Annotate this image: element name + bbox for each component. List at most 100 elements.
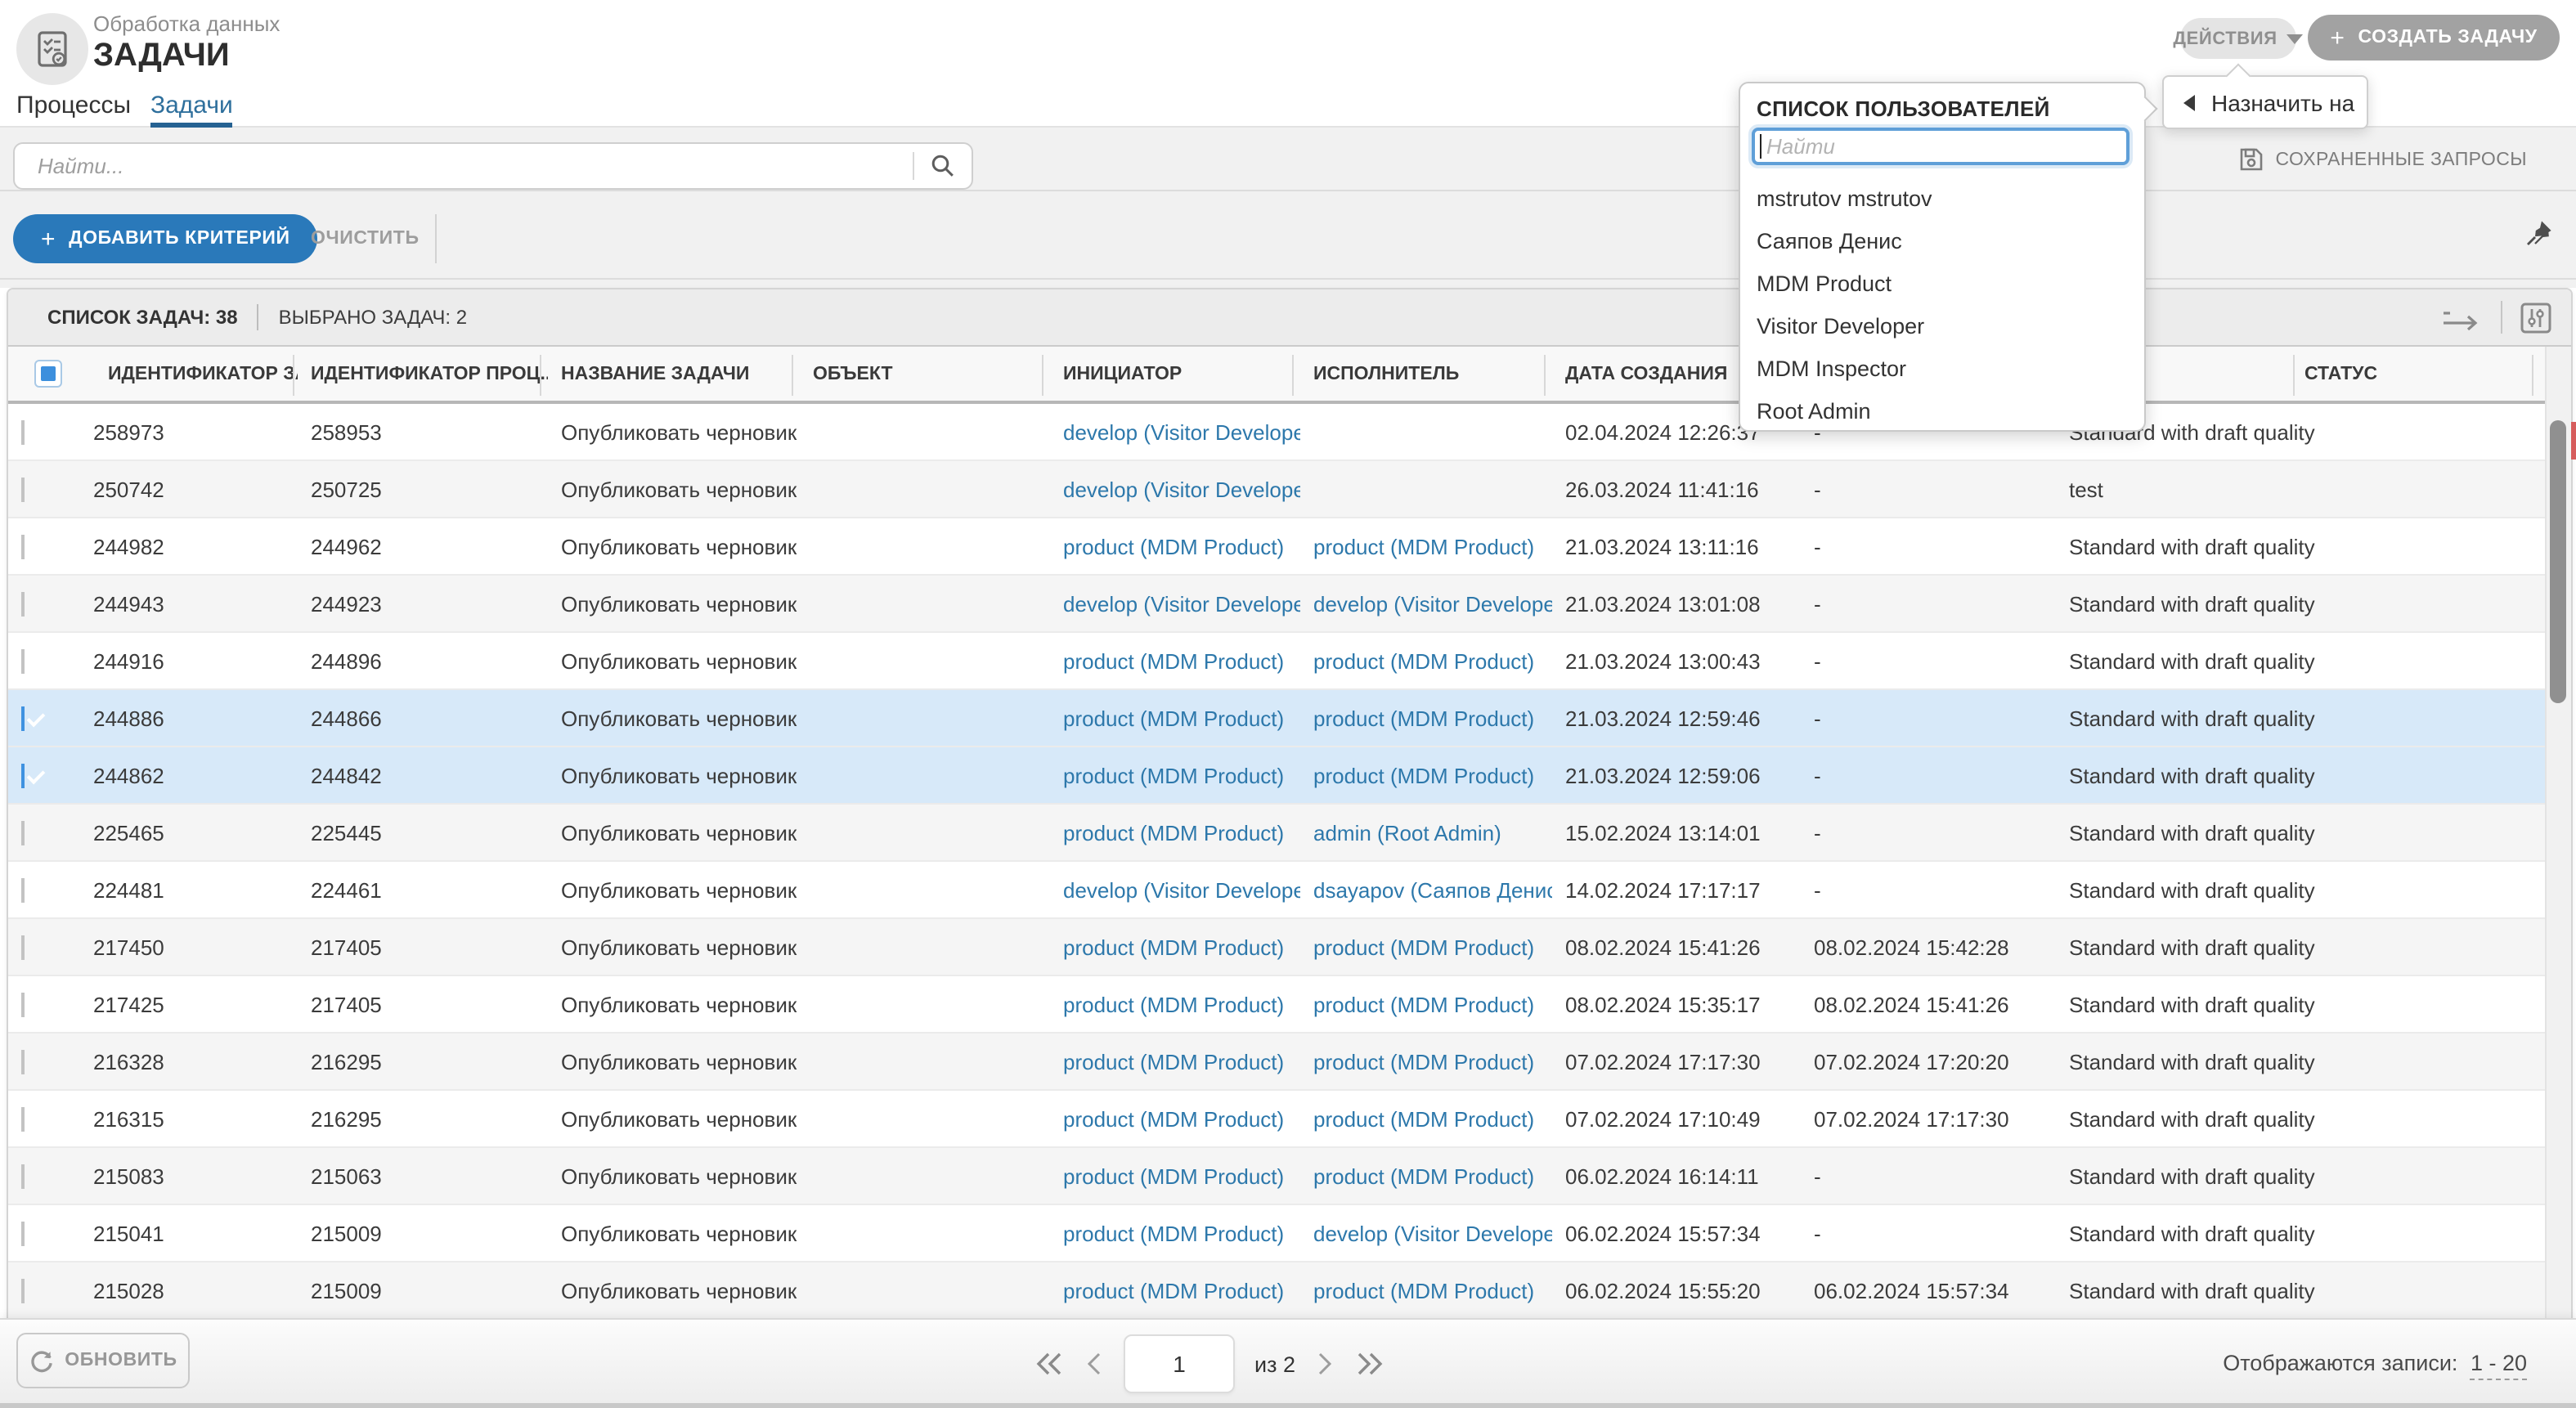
initiator-link[interactable]: product (MDM Product) [1063,992,1284,1016]
search-divider [913,152,914,180]
executor-link[interactable]: product (MDM Product) [1313,534,1534,558]
executor-link[interactable]: develop (Visitor Develope [1313,591,1552,616]
row-checkbox[interactable] [21,648,25,673]
table-row[interactable]: 224481224461Опубликовать черновикdevelop… [8,862,2545,919]
user-search-input[interactable]: Найти [1752,128,2129,165]
tab-tasks[interactable]: Задачи [150,92,233,119]
initiator-link[interactable]: develop (Visitor Develope [1063,591,1300,616]
table-row[interactable]: 244862244842Опубликовать черновикproduct… [8,747,2545,805]
search-icon[interactable] [929,152,957,180]
column-header-initiator[interactable]: ИНИЦИАТОР [1050,364,1300,383]
dash-arrow-icon[interactable] [2440,305,2483,330]
search-input[interactable]: Найти... [13,142,973,190]
executor-link[interactable]: product (MDM Product) [1313,1278,1534,1303]
executor-link[interactable]: develop (Visitor Develope [1313,1221,1552,1245]
initiator-link[interactable]: product (MDM Product) [1063,820,1284,845]
tab-processes[interactable]: Процессы [16,92,131,119]
row-checkbox[interactable] [21,477,25,501]
row-checkbox[interactable] [21,1106,25,1131]
last-page-icon[interactable] [1354,1351,1385,1377]
table-row[interactable]: 217450217405Опубликовать черновикproduct… [8,919,2545,976]
user-list-item[interactable]: Visitor Developer [1740,306,2144,348]
actions-button[interactable]: ДЕЙСТВИЯ [2180,18,2296,59]
table-row[interactable]: 225465225445Опубликовать черновикproduct… [8,805,2545,862]
row-checkbox[interactable] [21,992,25,1016]
executor-link[interactable]: product (MDM Product) [1313,648,1534,673]
assign-to-popup[interactable]: Назначить на [2162,75,2368,129]
pin-button[interactable] [2525,219,2553,247]
table-row[interactable]: 215028215009Опубликовать черновикproduct… [8,1262,2545,1320]
user-list-item[interactable]: MDM Product [1740,263,2144,306]
saved-queries-button[interactable]: СОХРАНЕННЫЕ ЗАПРОСЫ [2239,147,2527,172]
next-page-icon[interactable] [1315,1351,1335,1377]
executor-link[interactable]: product (MDM Product) [1313,992,1534,1016]
prev-page-icon[interactable] [1084,1351,1104,1377]
initiator-link[interactable]: product (MDM Product) [1063,1049,1284,1074]
row-checkbox[interactable] [21,1278,25,1303]
records-range[interactable]: 1 - 20 [2471,1351,2527,1380]
column-header-id[interactable]: ИДЕНТИФИКАТОР ЗАДА... [80,364,298,383]
scrollbar-thumb[interactable] [2550,420,2566,703]
row-checkbox[interactable] [21,877,25,902]
vertical-scrollbar[interactable] [2545,347,2571,1320]
executor-link[interactable]: product (MDM Product) [1313,1106,1534,1131]
initiator-link[interactable]: develop (Visitor Develope [1063,877,1300,902]
refresh-button[interactable]: ОБНОВИТЬ [16,1333,190,1388]
row-checkbox[interactable] [21,706,25,730]
initiator-link[interactable]: product (MDM Product) [1063,763,1284,787]
executor-link[interactable]: product (MDM Product) [1313,706,1534,730]
select-all-checkbox[interactable] [34,360,62,388]
row-checkbox[interactable] [21,1164,25,1188]
initiator-link[interactable]: product (MDM Product) [1063,935,1284,959]
user-list-item[interactable]: MDM Inspector [1740,348,2144,391]
initiator-link[interactable]: product (MDM Product) [1063,1164,1284,1188]
initiator-link[interactable]: product (MDM Product) [1063,1106,1284,1131]
table-row[interactable]: 217425217405Опубликовать черновикproduct… [8,976,2545,1034]
table-row[interactable]: 216328216295Опубликовать черновикproduct… [8,1034,2545,1091]
table-row[interactable]: 244886244866Опубликовать черновикproduct… [8,690,2545,747]
executor-link[interactable]: product (MDM Product) [1313,1049,1534,1074]
executor-link[interactable]: product (MDM Product) [1313,935,1534,959]
row-checkbox[interactable] [21,820,25,845]
table-row[interactable]: 244982244962Опубликовать черновикproduct… [8,518,2545,576]
column-header-name[interactable]: НАЗВАНИЕ ЗАДАЧИ [548,364,800,383]
table-row[interactable]: 215083215063Опубликовать черновикproduct… [8,1148,2545,1205]
column-header-object[interactable]: ОБЪЕКТ [800,364,1050,383]
user-list-item[interactable]: Root Admin [1740,391,2144,433]
row-checkbox[interactable] [21,1221,25,1245]
initiator-link[interactable]: develop (Visitor Develope [1063,477,1300,501]
initiator-link[interactable]: develop (Visitor Develope [1063,419,1300,444]
row-checkbox[interactable] [21,534,25,558]
executor-link[interactable]: product (MDM Product) [1313,763,1534,787]
user-list-item[interactable]: Саяпов Денис [1740,221,2144,263]
row-checkbox[interactable] [21,1049,25,1074]
executor-link[interactable]: product (MDM Product) [1313,1164,1534,1188]
clear-criteria-button[interactable]: ОЧИСТИТЬ [311,229,420,249]
initiator-link[interactable]: product (MDM Product) [1063,1278,1284,1303]
add-criterion-button[interactable]: + ДОБАВИТЬ КРИТЕРИЙ [13,214,318,263]
initiator-link[interactable]: product (MDM Product) [1063,534,1284,558]
executor-link[interactable]: admin (Root Admin) [1313,820,1501,845]
row-checkbox[interactable] [21,419,25,444]
table-row[interactable]: 250742250725Опубликовать черновикdevelop… [8,461,2545,518]
row-checkbox[interactable] [21,763,25,787]
page-title: ЗАДАЧИ [93,38,230,75]
column-header-process_id[interactable]: ИДЕНТИФИКАТОР ПРОЦ... [298,364,548,383]
user-list-item[interactable]: mstrutov mstrutov [1740,178,2144,221]
initiator-link[interactable]: product (MDM Product) [1063,648,1284,673]
create-task-button[interactable]: + СОЗДАТЬ ЗАДАЧУ [2308,15,2560,61]
page-number-input[interactable]: 1 [1124,1334,1235,1393]
table-row[interactable]: 244943244923Опубликовать черновикdevelop… [8,576,2545,633]
first-page-icon[interactable] [1034,1351,1065,1377]
table-row[interactable]: 244916244896Опубликовать черновикproduct… [8,633,2545,690]
table-row[interactable]: 258973258953Опубликовать черновикdevelop… [8,404,2545,461]
column-header-executor[interactable]: ИСПОЛНИТЕЛЬ [1300,364,1552,383]
initiator-link[interactable]: product (MDM Product) [1063,1221,1284,1245]
table-row[interactable]: 216315216295Опубликовать черновикproduct… [8,1091,2545,1148]
executor-link[interactable]: dsayapov (Саяпов Денис [1313,877,1552,902]
row-checkbox[interactable] [21,591,25,616]
row-checkbox[interactable] [21,935,25,959]
sliders-icon[interactable] [2520,302,2551,333]
table-row[interactable]: 215041215009Опубликовать черновикproduct… [8,1205,2545,1262]
initiator-link[interactable]: product (MDM Product) [1063,706,1284,730]
